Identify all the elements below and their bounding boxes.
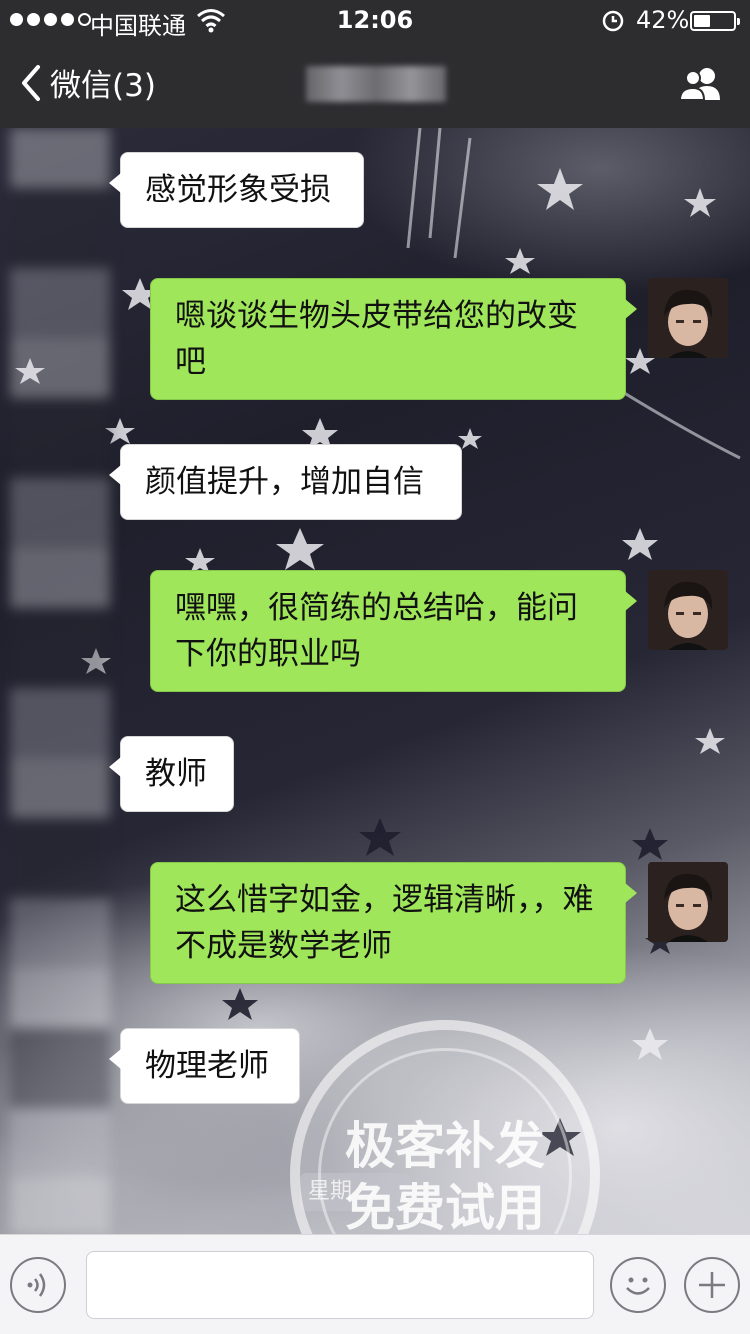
message-text: 颜值提升，增加自信 <box>145 464 424 500</box>
message-text: 嘿嘿，很简练的总结哈，能问下你的职业吗 <box>175 590 578 672</box>
avatar[interactable] <box>648 570 728 650</box>
message-text: 嗯谈谈生物头皮带给您的改变吧 <box>175 298 578 380</box>
message-text: 感觉形象受损 <box>145 172 331 208</box>
message-text: 这么惜字如金，逻辑清晰，，难不成是数学老师 <box>175 882 594 964</box>
user-photo-icon <box>648 570 728 650</box>
message-bubble-received[interactable]: 感觉形象受损 <box>109 152 364 228</box>
emoji-icon <box>626 1277 650 1295</box>
message-bubble-sent[interactable]: 这么惜字如金，逻辑清晰，，难不成是数学老师 <box>150 862 637 984</box>
user-photo-icon <box>648 862 728 942</box>
battery-icon <box>690 11 740 31</box>
message-input[interactable] <box>86 1251 594 1319</box>
chevron-left-icon <box>22 64 40 101</box>
status-bar: 中国联通 12:06 42% <box>0 0 750 40</box>
message-bubble-received[interactable]: 物理老师 <box>109 1028 300 1104</box>
voice-icon <box>27 1273 46 1297</box>
contacts-icon[interactable] <box>676 64 726 104</box>
input-bar <box>0 1234 750 1334</box>
emoji-button[interactable] <box>610 1257 666 1313</box>
chat-title-obscured <box>306 66 446 102</box>
message-text: 教师 <box>145 756 207 792</box>
message-bubble-received[interactable]: 教师 <box>109 736 234 812</box>
alarm-icon <box>602 10 624 32</box>
timestamp-label: 星期 <box>300 1173 410 1211</box>
user-photo-icon <box>648 278 728 358</box>
message-text: 物理老师 <box>145 1048 269 1084</box>
back-label: 微信(3) <box>50 68 156 104</box>
chat-area[interactable]: 感觉形象受损 嗯谈谈生物头皮带给您的改变吧 颜值提升，增加自信 嘿嘿，很简练的总… <box>0 128 750 1234</box>
message-bubble-sent[interactable]: 嘿嘿，很简练的总结哈，能问下你的职业吗 <box>150 570 637 692</box>
voice-input-button[interactable] <box>10 1257 66 1313</box>
message-bubble-received[interactable]: 颜值提升，增加自信 <box>109 444 462 520</box>
message-bubble-sent[interactable]: 嗯谈谈生物头皮带给您的改变吧 <box>150 278 637 400</box>
battery-percent: 42% <box>636 6 690 34</box>
avatar[interactable] <box>648 862 728 942</box>
avatar[interactable] <box>648 278 728 358</box>
back-button[interactable]: 微信(3) <box>18 60 156 105</box>
more-button[interactable] <box>684 1257 740 1313</box>
plus-icon <box>699 1272 725 1298</box>
nav-bar: 微信(3) <box>0 40 750 128</box>
blurred-region <box>10 128 110 1234</box>
